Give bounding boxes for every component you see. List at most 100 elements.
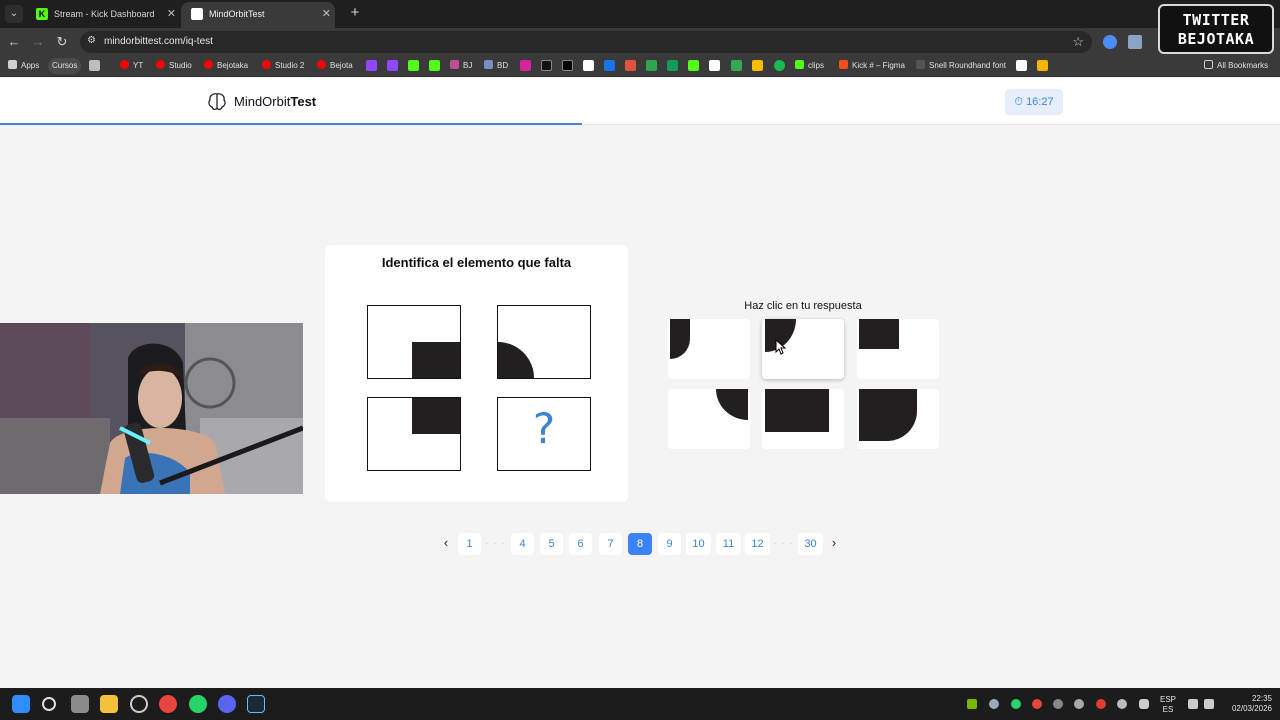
page-button-9[interactable]: 9 [658,533,681,555]
steam-tray-icon[interactable] [989,699,999,709]
whatsapp-tray-icon[interactable] [1011,699,1021,709]
chrome-tray-icon[interactable] [1032,699,1042,709]
back-arrow-icon[interactable]: ← [5,33,23,51]
timer-badge: ⏱ 16:27 [1005,89,1063,115]
x-icon[interactable] [562,60,573,71]
kick-icon[interactable] [408,60,419,71]
forward-arrow-icon[interactable]: → [29,33,47,51]
bookmark-snell-font[interactable]: Snell Roundhand font [916,58,1006,74]
answer-option-6[interactable] [857,389,939,449]
page-button-10[interactable]: 10 [686,533,711,555]
timer-text: 16:27 [1026,96,1054,108]
answer-option-5[interactable] [762,389,844,449]
page-button-6[interactable]: 6 [569,533,592,555]
page-button-5[interactable]: 5 [540,533,563,555]
search-icon[interactable] [42,697,56,711]
page-button-7[interactable]: 7 [599,533,622,555]
tray-icon[interactable] [1117,699,1127,709]
page-button-11[interactable]: 11 [716,533,741,555]
bookmark-icon[interactable] [625,60,636,71]
answer-option-3[interactable] [857,319,939,379]
google-drive-icon[interactable] [731,60,742,71]
chrome-icon[interactable] [159,695,177,713]
page-button-8-current[interactable]: 8 [628,533,652,555]
obs-icon[interactable] [130,695,148,713]
bookmark-bejota[interactable]: Bejota [317,58,353,74]
discord-icon[interactable] [218,695,236,713]
nvidia-icon[interactable] [967,699,977,709]
close-tab-icon[interactable]: ✕ [322,2,331,26]
bookmark-all-bookmarks[interactable]: All Bookmarks [1204,58,1268,74]
page-button-30[interactable]: 30 [798,533,823,555]
answer-option-2[interactable] [762,319,844,379]
google-drive-icon[interactable] [752,60,763,71]
bookmark-icon[interactable] [688,60,699,71]
windows-start-icon[interactable] [12,695,30,713]
reload-icon[interactable]: ↻ [53,33,71,51]
kick-icon[interactable] [429,60,440,71]
display-icon[interactable] [1188,699,1198,709]
whatsapp-icon[interactable] [189,695,207,713]
answer-prompt: Haz clic en tu respuesta [744,300,862,312]
next-page-chevron-icon[interactable]: › [827,533,841,555]
bookmark-icon[interactable] [1037,60,1048,71]
page-button-4[interactable]: 4 [511,533,534,555]
answer-option-4[interactable] [668,389,750,449]
bookmark-studio-2[interactable]: Studio 2 [262,58,304,74]
tray-icon[interactable] [1096,699,1106,709]
prev-page-chevron-icon[interactable]: ‹ [439,533,453,555]
mindorbit-icon [191,8,203,20]
page-button-1[interactable]: 1 [458,533,481,555]
site-logo[interactable]: MindOrbitTest [234,94,316,109]
browser-tab-bar: ⌄ K Stream - Kick Dashboard ✕ MindOrbitT… [0,0,1280,28]
answer-option-1[interactable] [668,319,750,379]
bookmark-apps[interactable]: Apps [8,58,39,74]
file-explorer-icon[interactable] [100,695,118,713]
spotify-icon[interactable] [774,60,785,71]
pagination: ‹ 1 · · · 4 5 6 7 8 9 10 11 12 · · · 30 … [0,533,1280,555]
clock[interactable]: 22:35 02/03/2026 [1222,694,1272,714]
bookmark-studio[interactable]: Studio [156,58,192,74]
new-tab-icon[interactable]: + [346,4,364,22]
bookmark-clips[interactable]: clips [795,58,824,74]
extension-icon[interactable] [1128,35,1142,49]
bookmark-yt[interactable]: YT [120,58,143,74]
bookmark-figma[interactable]: Kick # – Figma [839,58,905,74]
site-info-icon[interactable]: ⚙ [87,35,96,46]
bookmark-bd[interactable]: BD [484,58,508,74]
bookmark-star-icon[interactable]: ☆ [1072,34,1084,50]
matrix-cell-missing: ? [497,397,591,471]
bookmark-icon[interactable] [667,60,678,71]
tiktok-icon[interactable] [541,60,552,71]
url-text[interactable]: mindorbittest.com/iq-test [104,36,213,47]
tab-search-chevron-icon[interactable]: ⌄ [5,5,23,23]
task-view-icon[interactable] [71,695,89,713]
facebook-icon[interactable] [583,60,594,71]
twitch-icon[interactable] [387,60,398,71]
bookmark-icon[interactable] [646,60,657,71]
tab-mindorbittest[interactable]: MindOrbitTest ✕ [181,2,335,28]
steam-icon[interactable] [247,695,265,713]
bookmark-icon[interactable] [604,60,615,71]
bookmark-cursos[interactable]: Cursos [48,58,82,74]
address-bar[interactable]: ⚙ mindorbittest.com/iq-test ☆ [80,31,1092,53]
microphone-icon[interactable] [1139,699,1149,709]
page-button-12[interactable]: 12 [745,533,770,555]
bookmark-bj[interactable]: BJ [450,58,472,74]
volume-icon[interactable] [1204,699,1214,709]
bookmark-icon[interactable] [1016,60,1027,71]
grid-icon[interactable] [89,60,100,71]
extension-icon[interactable] [1103,35,1117,49]
headset-icon[interactable] [1074,699,1084,709]
folder-icon [1204,60,1213,69]
bookmark-bejotaka[interactable]: Bejotaka [204,58,248,74]
tab-title: MindOrbitTest [209,9,265,19]
language-indicator[interactable]: ESP ES [1158,695,1178,715]
twitch-icon[interactable] [366,60,377,71]
instagram-icon[interactable] [520,60,531,71]
tab-kick-dashboard[interactable]: K Stream - Kick Dashboard ✕ [26,2,180,28]
progress-bar [0,123,1280,125]
bookmark-icon[interactable] [709,60,720,71]
close-tab-icon[interactable]: ✕ [167,2,176,26]
tray-icon[interactable] [1053,699,1063,709]
